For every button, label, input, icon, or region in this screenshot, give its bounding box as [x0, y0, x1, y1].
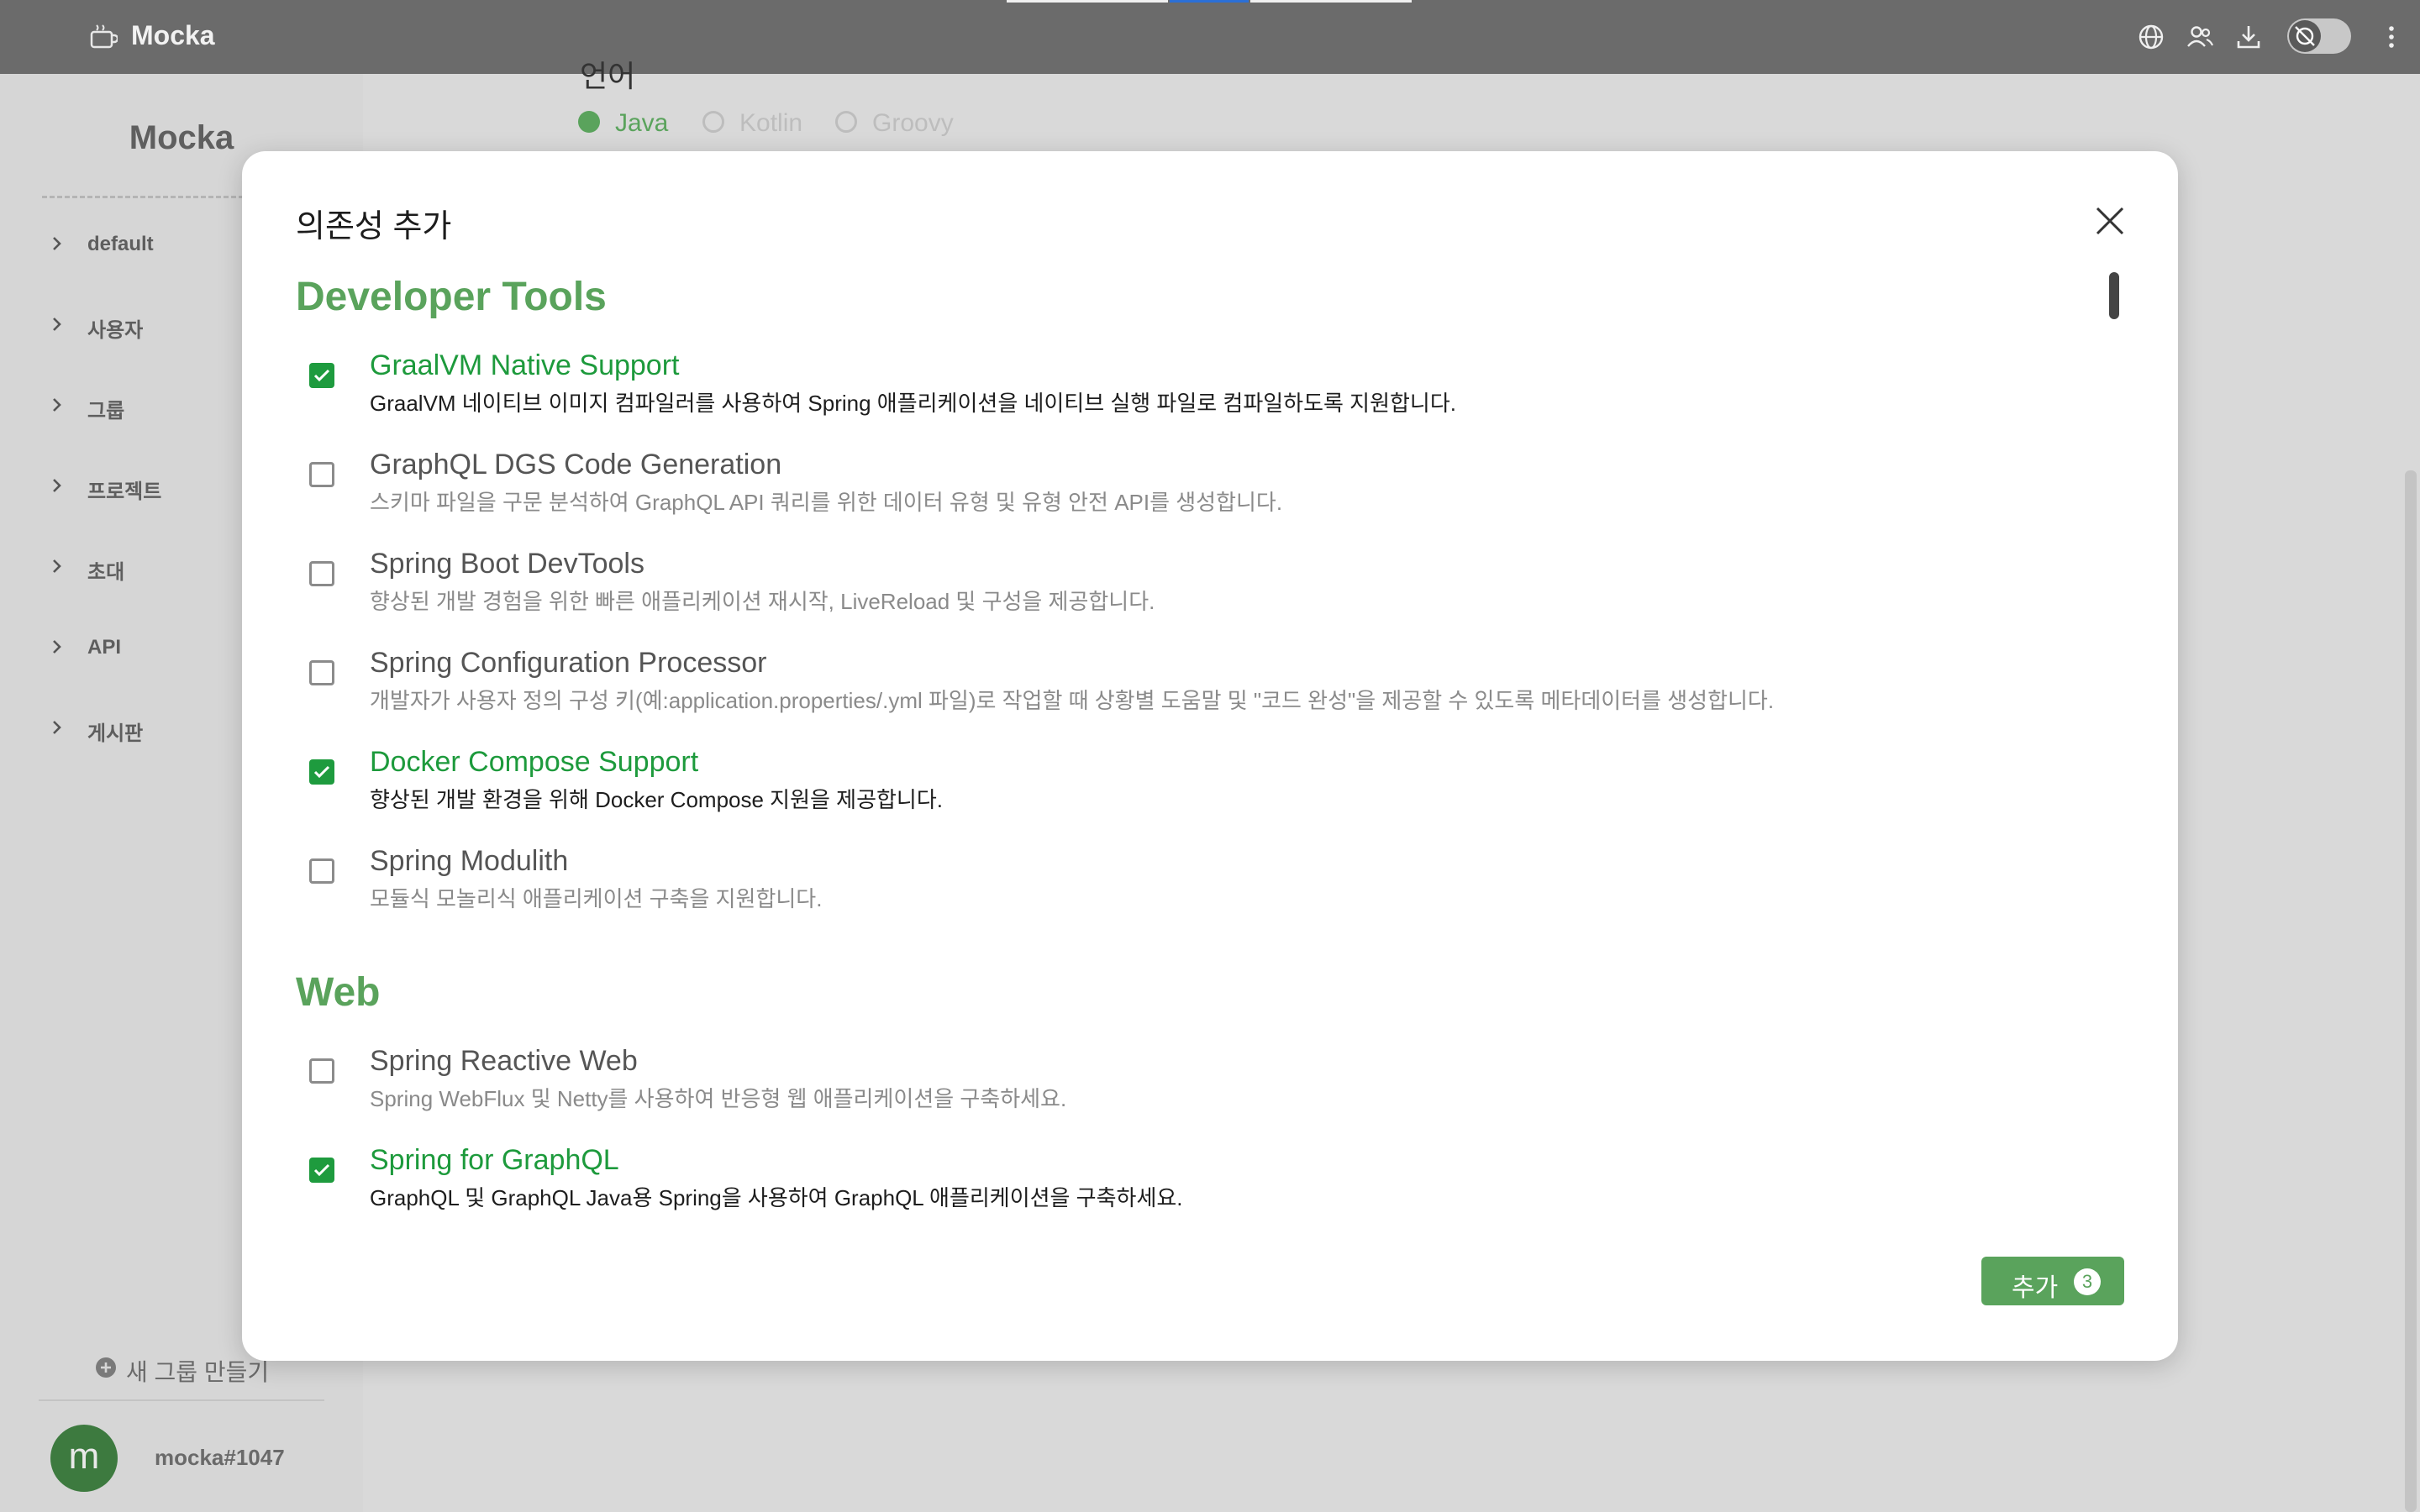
checkbox-checked[interactable]: [309, 1158, 334, 1183]
dependency-name: Spring Reactive Web: [370, 1045, 638, 1077]
globe-icon[interactable]: [2136, 22, 2166, 52]
checkbox-unchecked[interactable]: [309, 660, 334, 685]
plus-circle-icon: [96, 1357, 116, 1378]
section-title-web: Web: [296, 970, 381, 1015]
top-tab-1[interactable]: [1007, 0, 1168, 3]
dependency-item-graphql-dgs[interactable]: GraphQL DGS Code Generation 스키마 파일을 구문 분…: [309, 449, 2074, 533]
radio-unselected-icon: [702, 111, 724, 133]
chevron-right-icon: [53, 721, 61, 734]
chevron-right-icon: [53, 237, 61, 250]
dependency-name: Spring Boot DevTools: [370, 548, 644, 580]
dependency-item-modulith[interactable]: Spring Modulith 모듈식 모놀리식 애플리케이션 구축을 지원합니…: [309, 845, 2074, 929]
toggle-knob: [2289, 20, 2321, 52]
sidebar-item-label: default: [87, 233, 154, 255]
close-icon[interactable]: [2092, 203, 2128, 239]
dependency-description: 모듈식 모놀리식 애플리케이션 구축을 지원합니다.: [370, 886, 823, 911]
radio-unselected-icon: [835, 111, 857, 133]
dependency-description: Spring WebFlux 및 Netty를 사용하여 반응형 웹 애플리케이…: [370, 1086, 1067, 1111]
dependency-list-scrollbar[interactable]: [2109, 272, 2119, 319]
checkbox-unchecked[interactable]: [309, 1058, 334, 1084]
checkbox-unchecked[interactable]: [309, 561, 334, 586]
checkbox-checked[interactable]: [309, 363, 334, 388]
dependency-description: GraalVM 네이티브 이미지 컴파일러를 사용하여 Spring 애플리케이…: [370, 391, 1456, 416]
radio-label: Groovy: [872, 109, 954, 137]
checkbox-checked[interactable]: [309, 759, 334, 785]
dependency-item-config-processor[interactable]: Spring Configuration Processor 개발자가 사용자 …: [309, 647, 2074, 731]
dependency-name: Docker Compose Support: [370, 746, 699, 778]
sidebar-item-label: 게시판: [87, 722, 144, 745]
dependency-name: Spring Modulith: [370, 845, 569, 877]
app-title[interactable]: Mocka: [131, 20, 215, 51]
dependency-description: 향상된 개발 환경을 위해 Docker Compose 지원을 제공합니다.: [370, 787, 943, 812]
dependency-item-graalvm[interactable]: GraalVM Native Support GraalVM 네이티브 이미지 …: [309, 349, 2074, 433]
logo-icon: [90, 24, 118, 49]
dependency-item-docker-compose[interactable]: Docker Compose Support 향상된 개발 환경을 위해 Doc…: [309, 746, 2074, 830]
section-title-developer-tools: Developer Tools: [296, 275, 607, 319]
top-bar: Mocka: [0, 0, 2420, 74]
radio-selected-icon: [578, 111, 600, 133]
avatar[interactable]: m: [50, 1425, 118, 1492]
check-icon: [313, 765, 330, 779]
selected-count-badge: 3: [2074, 1268, 2101, 1295]
dependency-name: GraalVM Native Support: [370, 349, 680, 381]
sidebar-item-label: 사용자: [87, 319, 144, 342]
dependency-description: 개발자가 사용자 정의 구성 키(예:application.propertie…: [370, 688, 1775, 713]
dependency-name: GraphQL DGS Code Generation: [370, 449, 782, 480]
chevron-right-icon: [53, 318, 61, 331]
chevron-right-icon: [53, 640, 61, 654]
more-vertical-icon[interactable]: [2376, 22, 2407, 52]
top-tab-indicator: [1007, 0, 1412, 3]
add-button-label: 추가: [2012, 1274, 2059, 1302]
page-scrollbar[interactable]: [2405, 470, 2417, 1512]
dialog-title: 의존성 추가: [296, 209, 452, 244]
check-icon: [313, 1163, 330, 1177]
sidebar-divider: [39, 1399, 324, 1401]
chevron-right-icon: [53, 398, 61, 412]
dependency-name: Spring Configuration Processor: [370, 647, 767, 679]
download-icon[interactable]: [2233, 22, 2264, 52]
dependency-item-reactive-web[interactable]: Spring Reactive Web Spring WebFlux 및 Net…: [309, 1045, 2074, 1129]
radio-label: Kotlin: [739, 109, 803, 137]
theme-toggle[interactable]: [2287, 18, 2351, 54]
dependency-description: 향상된 개발 경험을 위한 빠른 애플리케이션 재시작, LiveReload …: [370, 589, 1155, 614]
sidebar-item-label: 그룹: [87, 400, 125, 423]
add-button[interactable]: 추가 3: [1981, 1257, 2124, 1305]
radio-label: Java: [615, 109, 669, 137]
top-tab-2[interactable]: [1170, 0, 1249, 3]
checkbox-unchecked[interactable]: [309, 462, 334, 487]
sidebar-item-label: 프로젝트: [87, 480, 162, 503]
dependency-item-devtools[interactable]: Spring Boot DevTools 향상된 개발 경험을 위한 빠른 애플…: [309, 548, 2074, 632]
username[interactable]: mocka#1047: [155, 1445, 285, 1471]
chevron-right-icon: [53, 559, 61, 573]
new-group-label: 새 그룹 만들기: [126, 1359, 270, 1385]
dark-mode-off-icon: [2295, 26, 2315, 46]
background-heading: 언어: [580, 59, 636, 93]
sidebar-item-label: API: [87, 636, 122, 659]
chevron-right-icon: [53, 479, 61, 492]
dependency-item-spring-graphql[interactable]: Spring for GraphQL GraphQL 및 GraphQL Jav…: [309, 1144, 2074, 1228]
checkbox-unchecked[interactable]: [309, 858, 334, 884]
dependency-description: GraphQL 및 GraphQL Java용 Spring을 사용하여 Gra…: [370, 1185, 1183, 1210]
check-icon: [313, 369, 330, 382]
add-dependency-dialog: 의존성 추가 Developer Tools GraalVM Native Su…: [242, 151, 2178, 1361]
sidebar-item-label: 초대: [87, 561, 125, 584]
dependency-description: 스키마 파일을 구문 분석하여 GraphQL API 쿼리를 위한 데이터 유…: [370, 490, 1283, 515]
users-icon[interactable]: [2185, 22, 2215, 52]
top-tab-3[interactable]: [1250, 0, 1412, 3]
dependency-name: Spring for GraphQL: [370, 1144, 619, 1176]
